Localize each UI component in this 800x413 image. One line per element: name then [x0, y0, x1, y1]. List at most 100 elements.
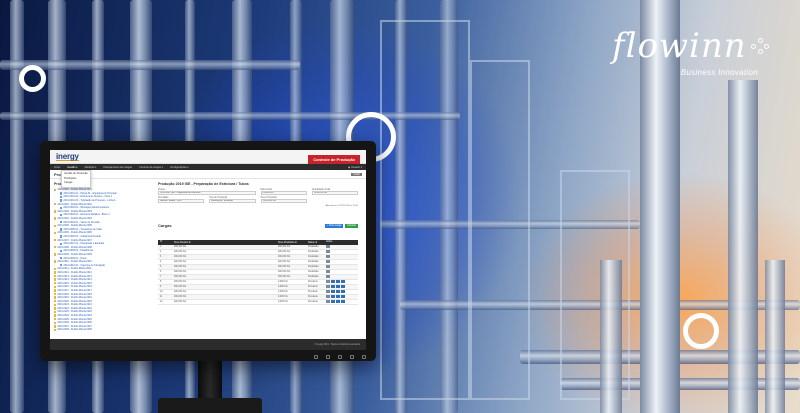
tree-row[interactable]: 2019-0028 - Pedido Planta 0028 — [54, 328, 152, 332]
field-value[interactable]: 1.400,000 KG — [260, 199, 307, 203]
tree-row-label: 2019-0004-01 - Vasos de Pressão — [63, 220, 100, 224]
field-value[interactable]: Normal / Média - 2019 — [158, 199, 205, 203]
action-icon[interactable] — [341, 285, 345, 288]
action-icon[interactable] — [336, 280, 340, 283]
table-cell: 200,000 KG — [174, 295, 187, 298]
folder-icon — [54, 310, 57, 314]
power-icon[interactable] — [362, 355, 366, 359]
app-header: inergy Controle de Produção — [50, 150, 366, 164]
tree-row-label: 2019-0005-01 - Trocadores de Calor — [63, 227, 103, 231]
table-cell: 200,000 KG — [174, 285, 187, 288]
action-icon[interactable] — [341, 295, 345, 298]
tree-row-label: 2019-0002 - Pedido Planta 0002 — [57, 202, 92, 206]
action-icon[interactable] — [331, 300, 335, 303]
table-cell: 10 — [160, 290, 163, 293]
col-header: Ações — [326, 241, 333, 244]
tree-row-label: 2019-0013 - Pedido Planta 0013 — [57, 274, 92, 278]
view-icon[interactable] — [326, 300, 330, 303]
brand-dots-icon — [750, 38, 769, 54]
tree-row-label: 2019-0008 - Pedido Planta 0008 — [57, 245, 92, 249]
view-icon[interactable] — [326, 245, 330, 248]
action-icon[interactable] — [331, 285, 335, 288]
tree-row-label: 2019-0019 - Pedido Planta 0019 — [57, 296, 92, 300]
view-icon[interactable] — [326, 270, 330, 273]
row-actions — [326, 265, 356, 268]
monitor-button-icon[interactable] — [314, 355, 318, 359]
folder-icon — [54, 282, 57, 285]
menu-item-inicio[interactable]: Início — [54, 166, 60, 169]
new-carga-button[interactable]: + Nova Carga — [325, 223, 344, 228]
action-icon[interactable] — [341, 300, 345, 303]
table-cell: 200,000 KG — [278, 255, 291, 258]
folder-icon — [54, 224, 57, 227]
user-menu[interactable]: ◉ Usuário ▾ — [348, 166, 362, 169]
row-actions — [326, 280, 356, 283]
view-icon[interactable] — [326, 260, 330, 263]
gestao-dropdown: Gestão de Produção Produções Cargas — [61, 170, 91, 188]
action-icon[interactable] — [336, 290, 340, 293]
folder-icon — [54, 317, 57, 321]
table-row[interactable]: 12 200,000 KG 0,000 KG Pendente — [158, 300, 358, 305]
action-icon[interactable] — [336, 295, 340, 298]
view-icon[interactable] — [326, 280, 330, 283]
monitor-button-icon[interactable] — [338, 355, 342, 359]
table-cell: 200,000 KG — [278, 270, 291, 273]
tree-row-label: 2019-0012 - Pedido Planta 0012 — [57, 270, 92, 274]
col-header[interactable]: Status ⬍ — [308, 241, 326, 244]
item-icon — [60, 264, 63, 267]
table-cell: 0,000 KG — [278, 285, 288, 288]
export-button[interactable]: Exportar — [345, 223, 358, 228]
view-icon[interactable] — [326, 290, 330, 293]
action-icon[interactable] — [341, 290, 345, 293]
folder-icon — [54, 307, 57, 310]
tree-row-label: 2019-0010-01 - Suportes de Tubulação — [63, 263, 105, 267]
monitor-button-icon[interactable] — [326, 355, 330, 359]
action-icon[interactable] — [341, 280, 345, 283]
view-icon[interactable] — [326, 295, 330, 298]
folder-icon — [54, 314, 57, 317]
col-header[interactable]: Nº — [160, 241, 174, 243]
dropdown-item[interactable]: Gestão de Produção — [64, 172, 88, 177]
view-icon[interactable] — [326, 265, 330, 268]
folder-icon — [54, 325, 57, 328]
decorative-ring — [19, 65, 46, 92]
folder-icon — [54, 238, 57, 242]
action-icon[interactable] — [336, 300, 340, 303]
tree-row-label: 2019-0004 - Pedido Planta 0004 — [57, 217, 92, 221]
view-icon[interactable] — [326, 255, 330, 258]
tree-row-label: 2019-0010 - Pedido Planta 0010 — [57, 260, 92, 264]
folder-icon — [54, 231, 57, 235]
view-icon[interactable] — [326, 285, 330, 288]
action-icon[interactable] — [331, 295, 335, 298]
table-cell: Finalizada — [308, 255, 319, 258]
back-button[interactable]: Voltar — [351, 172, 362, 176]
col-header[interactable]: Peso Produzido ⬍ — [278, 241, 308, 244]
dropdown-item[interactable]: Cargas — [64, 181, 88, 186]
chimney — [600, 260, 622, 413]
tree-row-label: 2019-0008-01 - Plataformas — [63, 249, 94, 253]
field-value[interactable]: 01/08/2019 — [260, 191, 307, 195]
view-icon[interactable] — [326, 275, 330, 278]
view-icon[interactable] — [326, 250, 330, 253]
field-value[interactable]: 10.000,00 KG — [311, 191, 358, 195]
monitor-buttons — [314, 355, 366, 359]
col-header[interactable]: Peso Previsto ⬍ — [174, 241, 204, 244]
table-cell: Finalizada — [308, 250, 319, 253]
menu-item-controle[interactable]: Controle de cargas ▾ — [139, 166, 163, 169]
action-icon[interactable] — [331, 280, 335, 283]
folder-icon — [54, 321, 57, 324]
menu-item-config[interactable]: Configurações ▾ — [170, 166, 189, 169]
table-cell: Pendente — [308, 285, 318, 288]
tree-row-label: 2019-0026 - Pedido Planta 0026 — [57, 321, 92, 325]
action-icon[interactable] — [336, 285, 340, 288]
monitor-button-icon[interactable] — [350, 355, 354, 359]
tree-row-label: 2019-0025 - Pedido Planta 0025 — [57, 317, 92, 321]
field-value[interactable]: Fabricação / Estrutura — [209, 199, 256, 203]
action-icon[interactable] — [331, 290, 335, 293]
menu-item-medicao[interactable]: Medição ▾ — [85, 166, 97, 169]
field-value[interactable]: 2019-0001 ISE - Preparação de Estrutura — [158, 191, 256, 195]
app-logo[interactable]: inergy — [56, 152, 79, 162]
item-icon — [60, 206, 63, 209]
menu-item-planejamento[interactable]: Planejamento de Cargas — [103, 166, 132, 169]
menu-item-gestao[interactable]: Gestão ▾ — [67, 166, 77, 169]
